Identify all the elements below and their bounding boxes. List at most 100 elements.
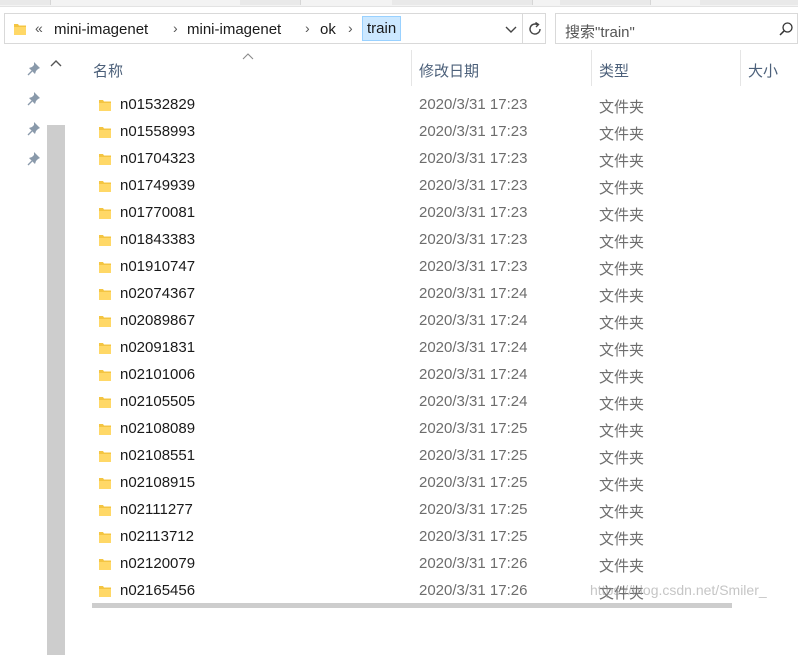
file-name[interactable]: n02113712: [120, 528, 194, 545]
breadcrumb-item[interactable]: mini-imagenet: [54, 21, 148, 38]
file-row[interactable]: n01749939 2020/3/31 17:23 文件夹: [68, 173, 798, 200]
file-row[interactable]: n02089867 2020/3/31 17:24 文件夹: [68, 308, 798, 335]
file-row[interactable]: n02120079 2020/3/31 17:26 文件夹: [68, 551, 798, 578]
file-row[interactable]: n01770081 2020/3/31 17:23 文件夹: [68, 200, 798, 227]
file-name[interactable]: n01704323: [120, 150, 195, 167]
file-modified-date: 2020/3/31 17:23: [419, 177, 528, 194]
ribbon-strip: [0, 0, 798, 7]
file-name[interactable]: n02074367: [120, 285, 195, 302]
file-type: 文件夹: [599, 234, 645, 251]
chevron-down-icon[interactable]: [503, 20, 519, 38]
file-name[interactable]: n01749939: [120, 177, 195, 194]
file-type: 文件夹: [599, 315, 645, 332]
pin-icon[interactable]: [27, 90, 43, 106]
file-modified-date: 2020/3/31 17:23: [419, 150, 528, 167]
file-row[interactable]: n02101006 2020/3/31 17:24 文件夹: [68, 362, 798, 389]
file-type: 文件夹: [599, 153, 645, 170]
file-type: 文件夹: [599, 180, 645, 197]
pin-icon[interactable]: [27, 60, 43, 76]
pin-icon[interactable]: [27, 150, 43, 166]
scroll-up-arrow-icon[interactable]: [46, 55, 66, 73]
file-list: n01532829 2020/3/31 17:23 文件夹 n01558993 2020…: [68, 92, 798, 608]
column-divider[interactable]: [740, 50, 741, 86]
file-row[interactable]: n01558993 2020/3/31 17:23 文件夹: [68, 119, 798, 146]
file-modified-date: 2020/3/31 17:23: [419, 258, 528, 275]
navigation-scrollbar-thumb[interactable]: [47, 125, 65, 655]
ribbon-segment: [0, 0, 51, 5]
file-modified-date: 2020/3/31 17:24: [419, 366, 528, 383]
file-modified-date: 2020/3/31 17:25: [419, 474, 528, 491]
column-header-row: 名称 修改日期 类型 大小: [68, 50, 798, 88]
file-row[interactable]: n02108915 2020/3/31 17:25 文件夹: [68, 470, 798, 497]
file-row[interactable]: n01532829 2020/3/31 17:23 文件夹: [68, 92, 798, 119]
address-bar[interactable]: « mini-imagenet › mini-imagenet › ok › t…: [4, 13, 546, 44]
file-name[interactable]: n02111277: [120, 501, 193, 518]
horizontal-scrollbar-thumb[interactable]: [92, 603, 732, 608]
file-modified-date: 2020/3/31 17:25: [419, 447, 528, 464]
refresh-icon[interactable]: [525, 19, 545, 39]
folder-icon: [99, 100, 111, 111]
pin-icon[interactable]: [27, 120, 43, 136]
breadcrumb-separator[interactable]: ›: [305, 20, 310, 36]
overflow-chevron[interactable]: «: [35, 20, 43, 36]
folder-icon: [99, 154, 111, 165]
file-name[interactable]: n01532829: [120, 96, 195, 113]
file-row[interactable]: n01704323 2020/3/31 17:23 文件夹: [68, 146, 798, 173]
file-type: 文件夹: [599, 126, 645, 143]
file-name[interactable]: n01558993: [120, 123, 195, 140]
folder-icon: [99, 343, 111, 354]
search-input[interactable]: 搜索"train": [565, 21, 635, 42]
file-modified-date: 2020/3/31 17:23: [419, 123, 528, 140]
file-type: 文件夹: [599, 477, 645, 494]
file-name[interactable]: n02089867: [120, 312, 195, 329]
file-row[interactable]: n02111277 2020/3/31 17:25 文件夹: [68, 497, 798, 524]
sort-up-icon: [242, 53, 254, 60]
file-type: 文件夹: [599, 369, 645, 386]
file-name[interactable]: n02105505: [120, 393, 195, 410]
file-name[interactable]: n02165456: [120, 582, 195, 599]
breadcrumb-item[interactable]: ok: [320, 21, 336, 38]
file-modified-date: 2020/3/31 17:25: [419, 420, 528, 437]
file-name[interactable]: n02120079: [120, 555, 195, 572]
folder-icon: [99, 370, 111, 381]
file-row[interactable]: n02113712 2020/3/31 17:25 文件夹: [68, 524, 798, 551]
file-row[interactable]: n02108089 2020/3/31 17:25 文件夹: [68, 416, 798, 443]
column-divider[interactable]: [411, 50, 412, 86]
file-row[interactable]: n02091831 2020/3/31 17:24 文件夹: [68, 335, 798, 362]
file-row[interactable]: n02074367 2020/3/31 17:24 文件夹: [68, 281, 798, 308]
search-icon[interactable]: [778, 21, 794, 37]
file-modified-date: 2020/3/31 17:24: [419, 339, 528, 356]
file-name[interactable]: n02091831: [120, 339, 195, 356]
file-row[interactable]: n01843383 2020/3/31 17:23 文件夹: [68, 227, 798, 254]
file-name[interactable]: n02108915: [120, 474, 195, 491]
folder-icon: [99, 316, 111, 327]
file-row[interactable]: n02105505 2020/3/31 17:24 文件夹: [68, 389, 798, 416]
file-row[interactable]: n01910747 2020/3/31 17:23 文件夹: [68, 254, 798, 281]
column-header-date[interactable]: 修改日期: [419, 60, 479, 81]
breadcrumb-separator[interactable]: ›: [348, 20, 353, 36]
file-name[interactable]: n01770081: [120, 204, 195, 221]
file-modified-date: 2020/3/31 17:23: [419, 96, 528, 113]
column-header-type[interactable]: 类型: [599, 60, 629, 81]
folder-icon: [99, 289, 111, 300]
folder-icon: [99, 397, 111, 408]
navigation-pane: [0, 50, 68, 655]
breadcrumb-separator[interactable]: ›: [173, 20, 178, 36]
file-name[interactable]: n01843383: [120, 231, 195, 248]
folder-icon: [99, 586, 111, 597]
breadcrumb-current[interactable]: train: [362, 16, 402, 41]
column-header-name[interactable]: 名称: [93, 60, 123, 81]
file-type: 文件夹: [599, 558, 645, 575]
file-name[interactable]: n02101006: [120, 366, 195, 383]
column-header-size[interactable]: 大小: [748, 60, 778, 81]
column-divider[interactable]: [591, 50, 592, 86]
file-row[interactable]: n02108551 2020/3/31 17:25 文件夹: [68, 443, 798, 470]
search-box[interactable]: 搜索"train": [555, 13, 798, 44]
breadcrumb-item[interactable]: mini-imagenet: [187, 21, 281, 38]
watermark: https://blog.csdn.net/Smiler_: [590, 582, 767, 598]
file-name[interactable]: n02108089: [120, 420, 195, 437]
file-type: 文件夹: [599, 450, 645, 467]
folder-icon: [99, 505, 111, 516]
file-name[interactable]: n02108551: [120, 447, 195, 464]
file-name[interactable]: n01910747: [120, 258, 195, 275]
